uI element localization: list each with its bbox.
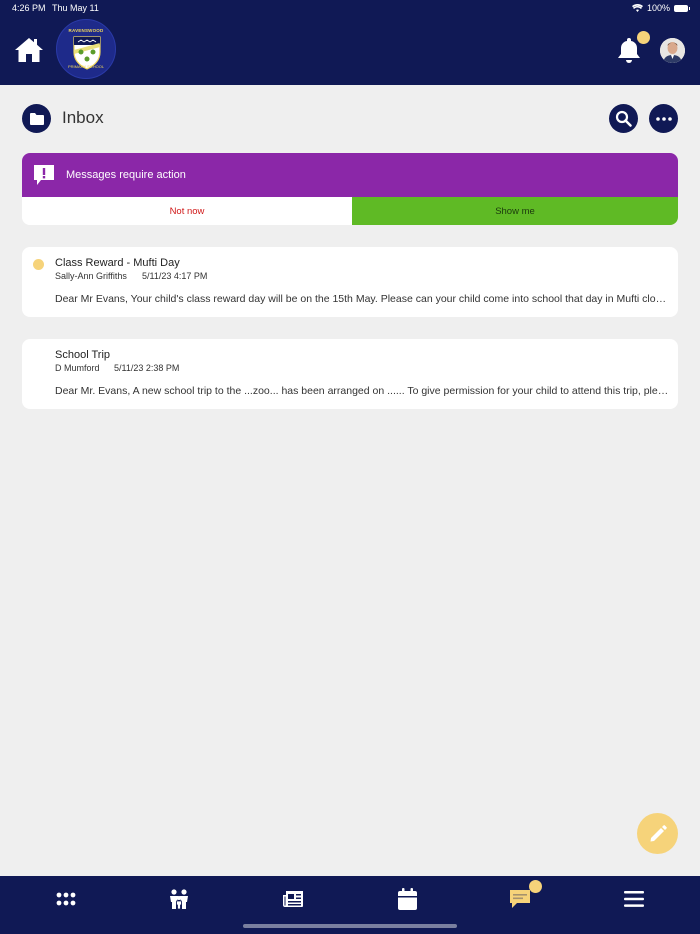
page-title: Inbox [62, 108, 104, 127]
pencil-icon [650, 824, 667, 841]
action-required-banner: Messages require action Not now Show me [22, 153, 678, 225]
calendar-icon [397, 888, 417, 910]
search-button[interactable] [609, 104, 638, 133]
message-subject: School Trip [55, 349, 111, 361]
message-preview: Dear Mr. Evans, A new school trip to the… [55, 385, 669, 397]
top-bar: 4:26 PM Thu May 11 100% RAVENSWOOD PRIMA… [0, 0, 700, 85]
message-preview: Dear Mr Evans, Your child's class reward… [55, 293, 669, 305]
message-sender: Sally-Ann Griffiths [55, 271, 127, 281]
message-date: 5/11/23 2:38 PM [114, 363, 180, 373]
battery-icon [674, 4, 690, 12]
action-banner-header: Messages require action [22, 153, 678, 197]
home-button[interactable] [14, 36, 44, 64]
more-options-button[interactable] [649, 104, 678, 133]
status-time: 4:26 PM [12, 3, 46, 13]
hamburger-menu-icon [624, 891, 644, 907]
notification-badge [637, 31, 650, 44]
tab-apps[interactable] [53, 886, 79, 912]
tab-calendar[interactable] [394, 886, 420, 912]
logo-bottom-text: PRIMARY SCHOOL [67, 64, 105, 69]
folder-button[interactable] [22, 104, 51, 133]
message-item[interactable]: School Trip D Mumford 5/11/23 2:38 PM De… [22, 339, 678, 409]
grid-icon [56, 892, 76, 906]
message-sender: D Mumford [55, 363, 100, 373]
home-indicator[interactable] [243, 924, 457, 928]
message-subject: Class Reward - Mufti Day [55, 257, 180, 269]
battery-percent: 100% [646, 3, 670, 13]
user-photo-icon [660, 38, 685, 63]
tab-family[interactable] [166, 886, 192, 912]
alert-message-icon [34, 165, 54, 185]
not-now-button[interactable]: Not now [22, 197, 352, 225]
home-icon [15, 38, 43, 62]
message-item[interactable]: Class Reward - Mufti Day Sally-Ann Griff… [22, 247, 678, 317]
folder-icon [29, 112, 44, 125]
search-icon [615, 110, 632, 127]
status-date: Thu May 11 [52, 3, 99, 13]
newspaper-icon [283, 891, 303, 907]
tab-menu[interactable] [621, 886, 647, 912]
wifi-icon [631, 4, 643, 12]
school-logo[interactable]: RAVENSWOOD PRIMARY SCHOOL [56, 19, 116, 79]
compose-button[interactable] [637, 813, 678, 854]
tab-news[interactable] [280, 886, 306, 912]
chat-icon [510, 890, 530, 908]
avatar[interactable] [660, 38, 685, 63]
more-icon [655, 116, 672, 121]
messages-badge [529, 880, 542, 893]
show-me-button[interactable]: Show me [352, 197, 678, 225]
unread-indicator [33, 259, 44, 270]
shield-icon [73, 36, 101, 70]
family-icon [170, 889, 188, 910]
action-banner-message: Messages require action [66, 169, 186, 181]
status-right: 100% [631, 3, 690, 13]
message-date: 5/11/23 4:17 PM [142, 271, 208, 281]
